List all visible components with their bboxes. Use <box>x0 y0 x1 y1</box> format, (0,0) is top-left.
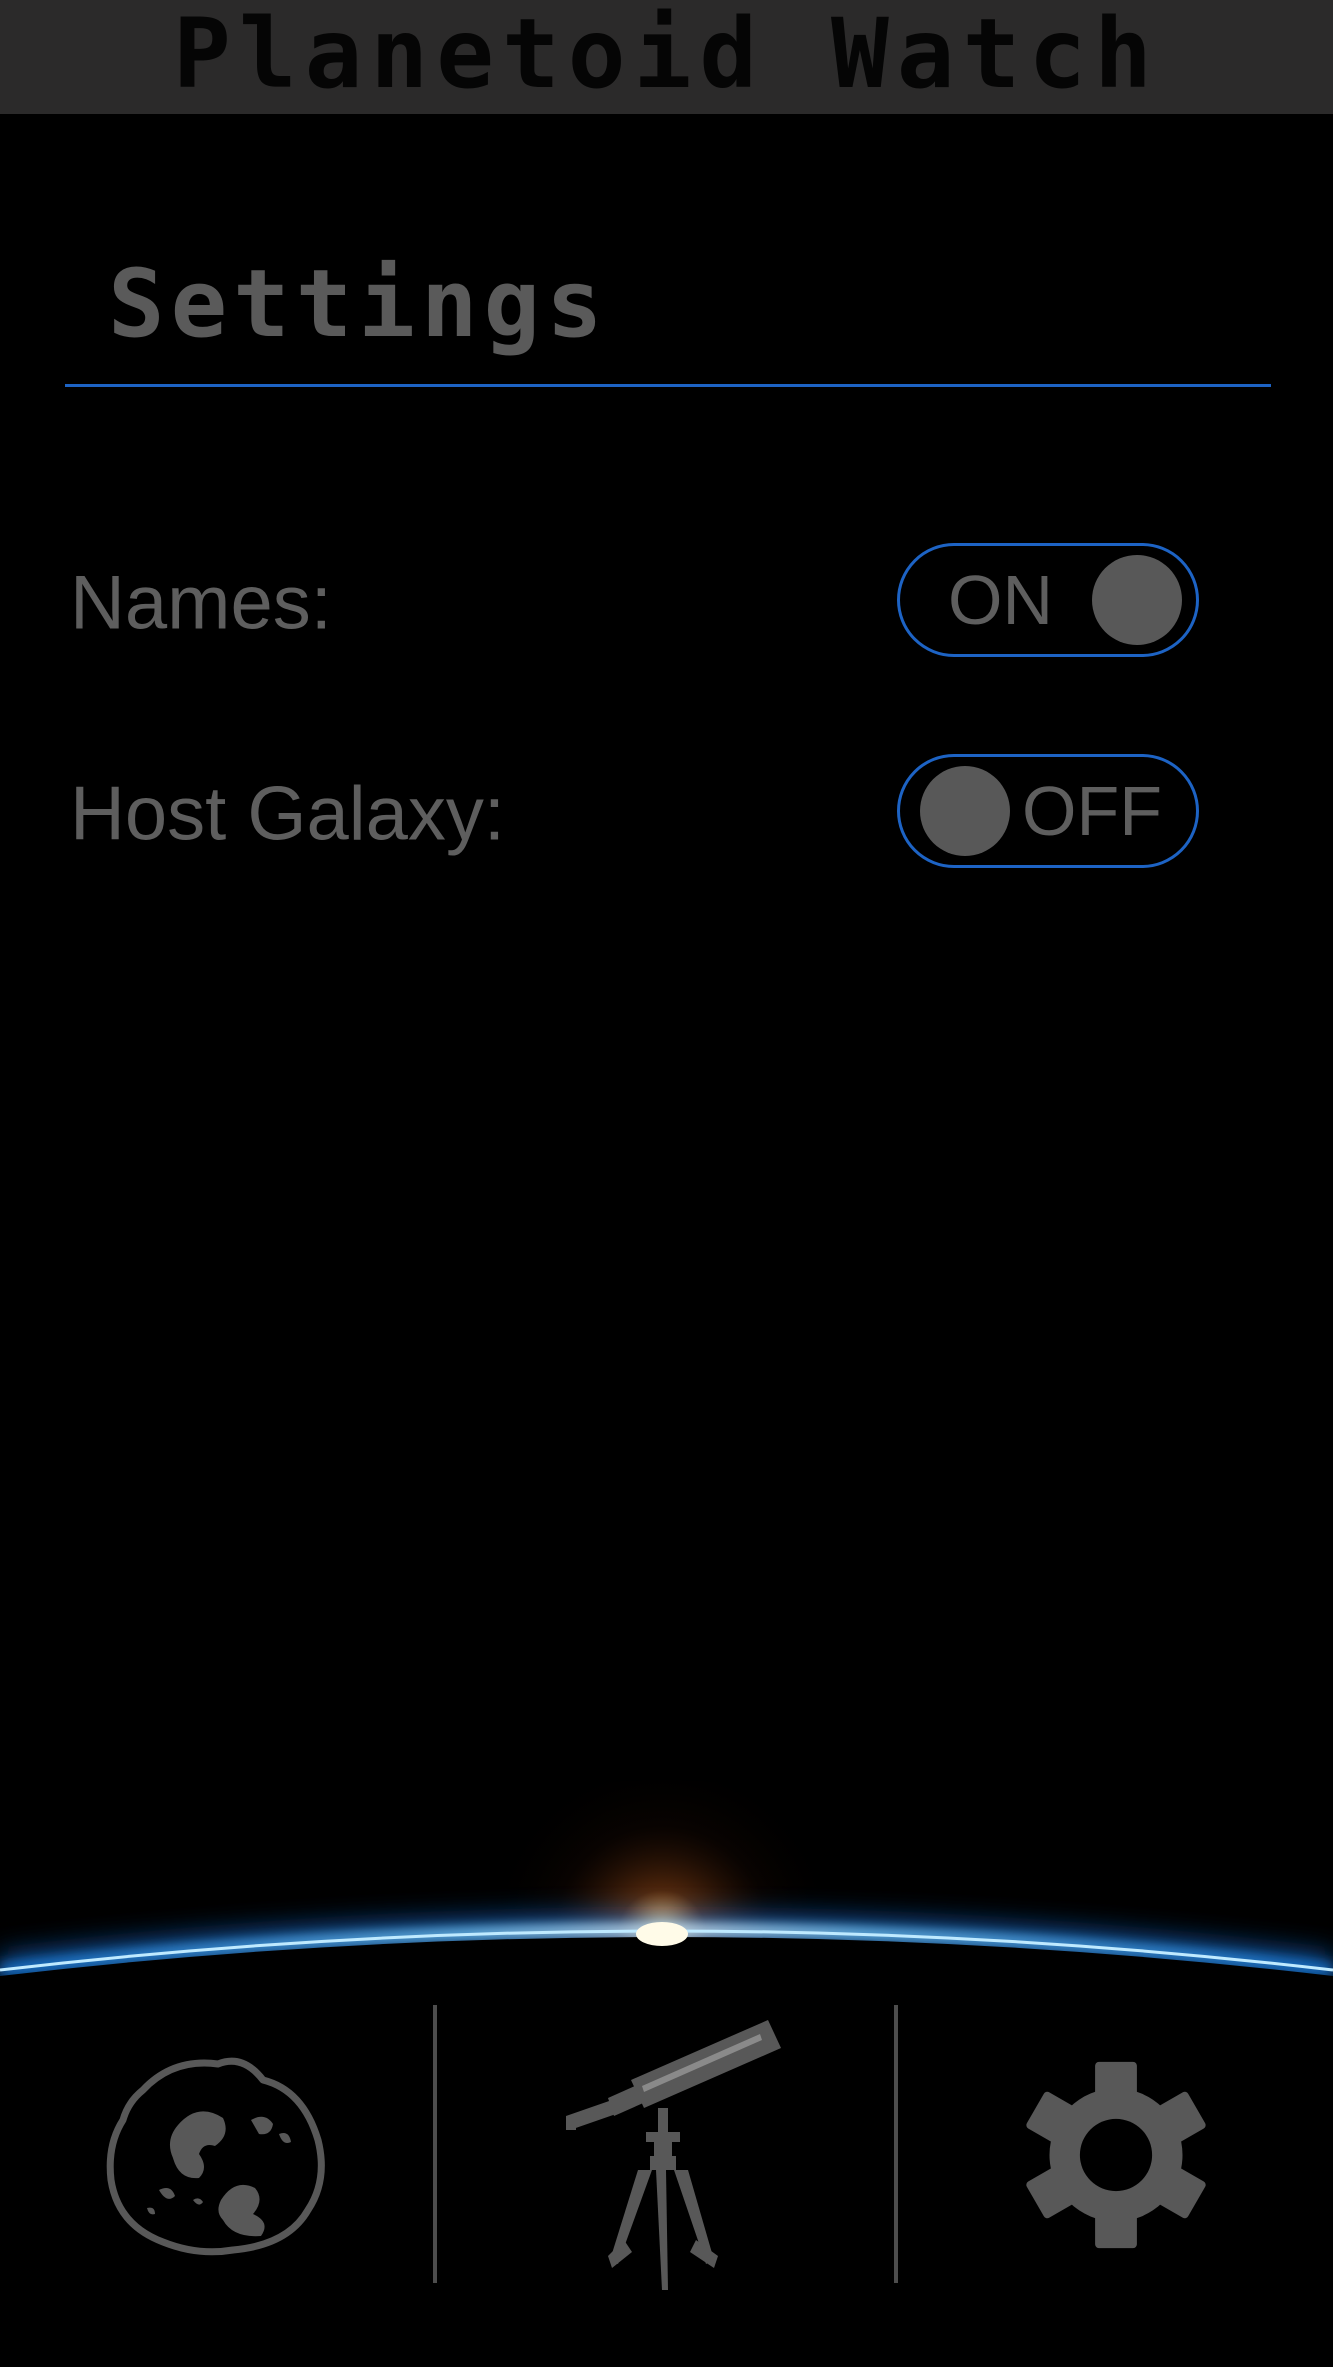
names-toggle[interactable]: ON <box>897 543 1199 657</box>
setting-row-host-galaxy: Host Galaxy: OFF <box>70 754 1210 874</box>
host-galaxy-toggle[interactable]: OFF <box>897 754 1199 868</box>
settings-divider <box>65 384 1271 387</box>
tab-settings[interactable] <box>898 1985 1333 2325</box>
tab-planetoids[interactable] <box>0 1985 435 2325</box>
names-toggle-knob <box>1092 555 1182 645</box>
host-galaxy-toggle-state: OFF <box>1022 772 1162 850</box>
settings-heading: Settings <box>108 250 609 359</box>
gear-icon <box>1025 2061 1206 2249</box>
title-bar: Planetoid Watch <box>0 0 1333 114</box>
app-title: Planetoid Watch <box>173 0 1160 110</box>
earth-horizon-image <box>0 1780 1333 2000</box>
names-label: Names: <box>70 560 332 646</box>
app-screen: Planetoid Watch Settings Names: ON Host … <box>0 0 1333 2367</box>
bottom-tab-bar <box>0 1985 1333 2325</box>
names-toggle-state: ON <box>948 561 1053 639</box>
host-galaxy-toggle-knob <box>920 766 1010 856</box>
setting-row-names: Names: ON <box>70 543 1210 663</box>
telescope-icon <box>566 2020 781 2290</box>
host-galaxy-label: Host Galaxy: <box>70 771 506 857</box>
asteroid-icon <box>106 2057 325 2256</box>
tab-observe[interactable] <box>437 1985 895 2325</box>
